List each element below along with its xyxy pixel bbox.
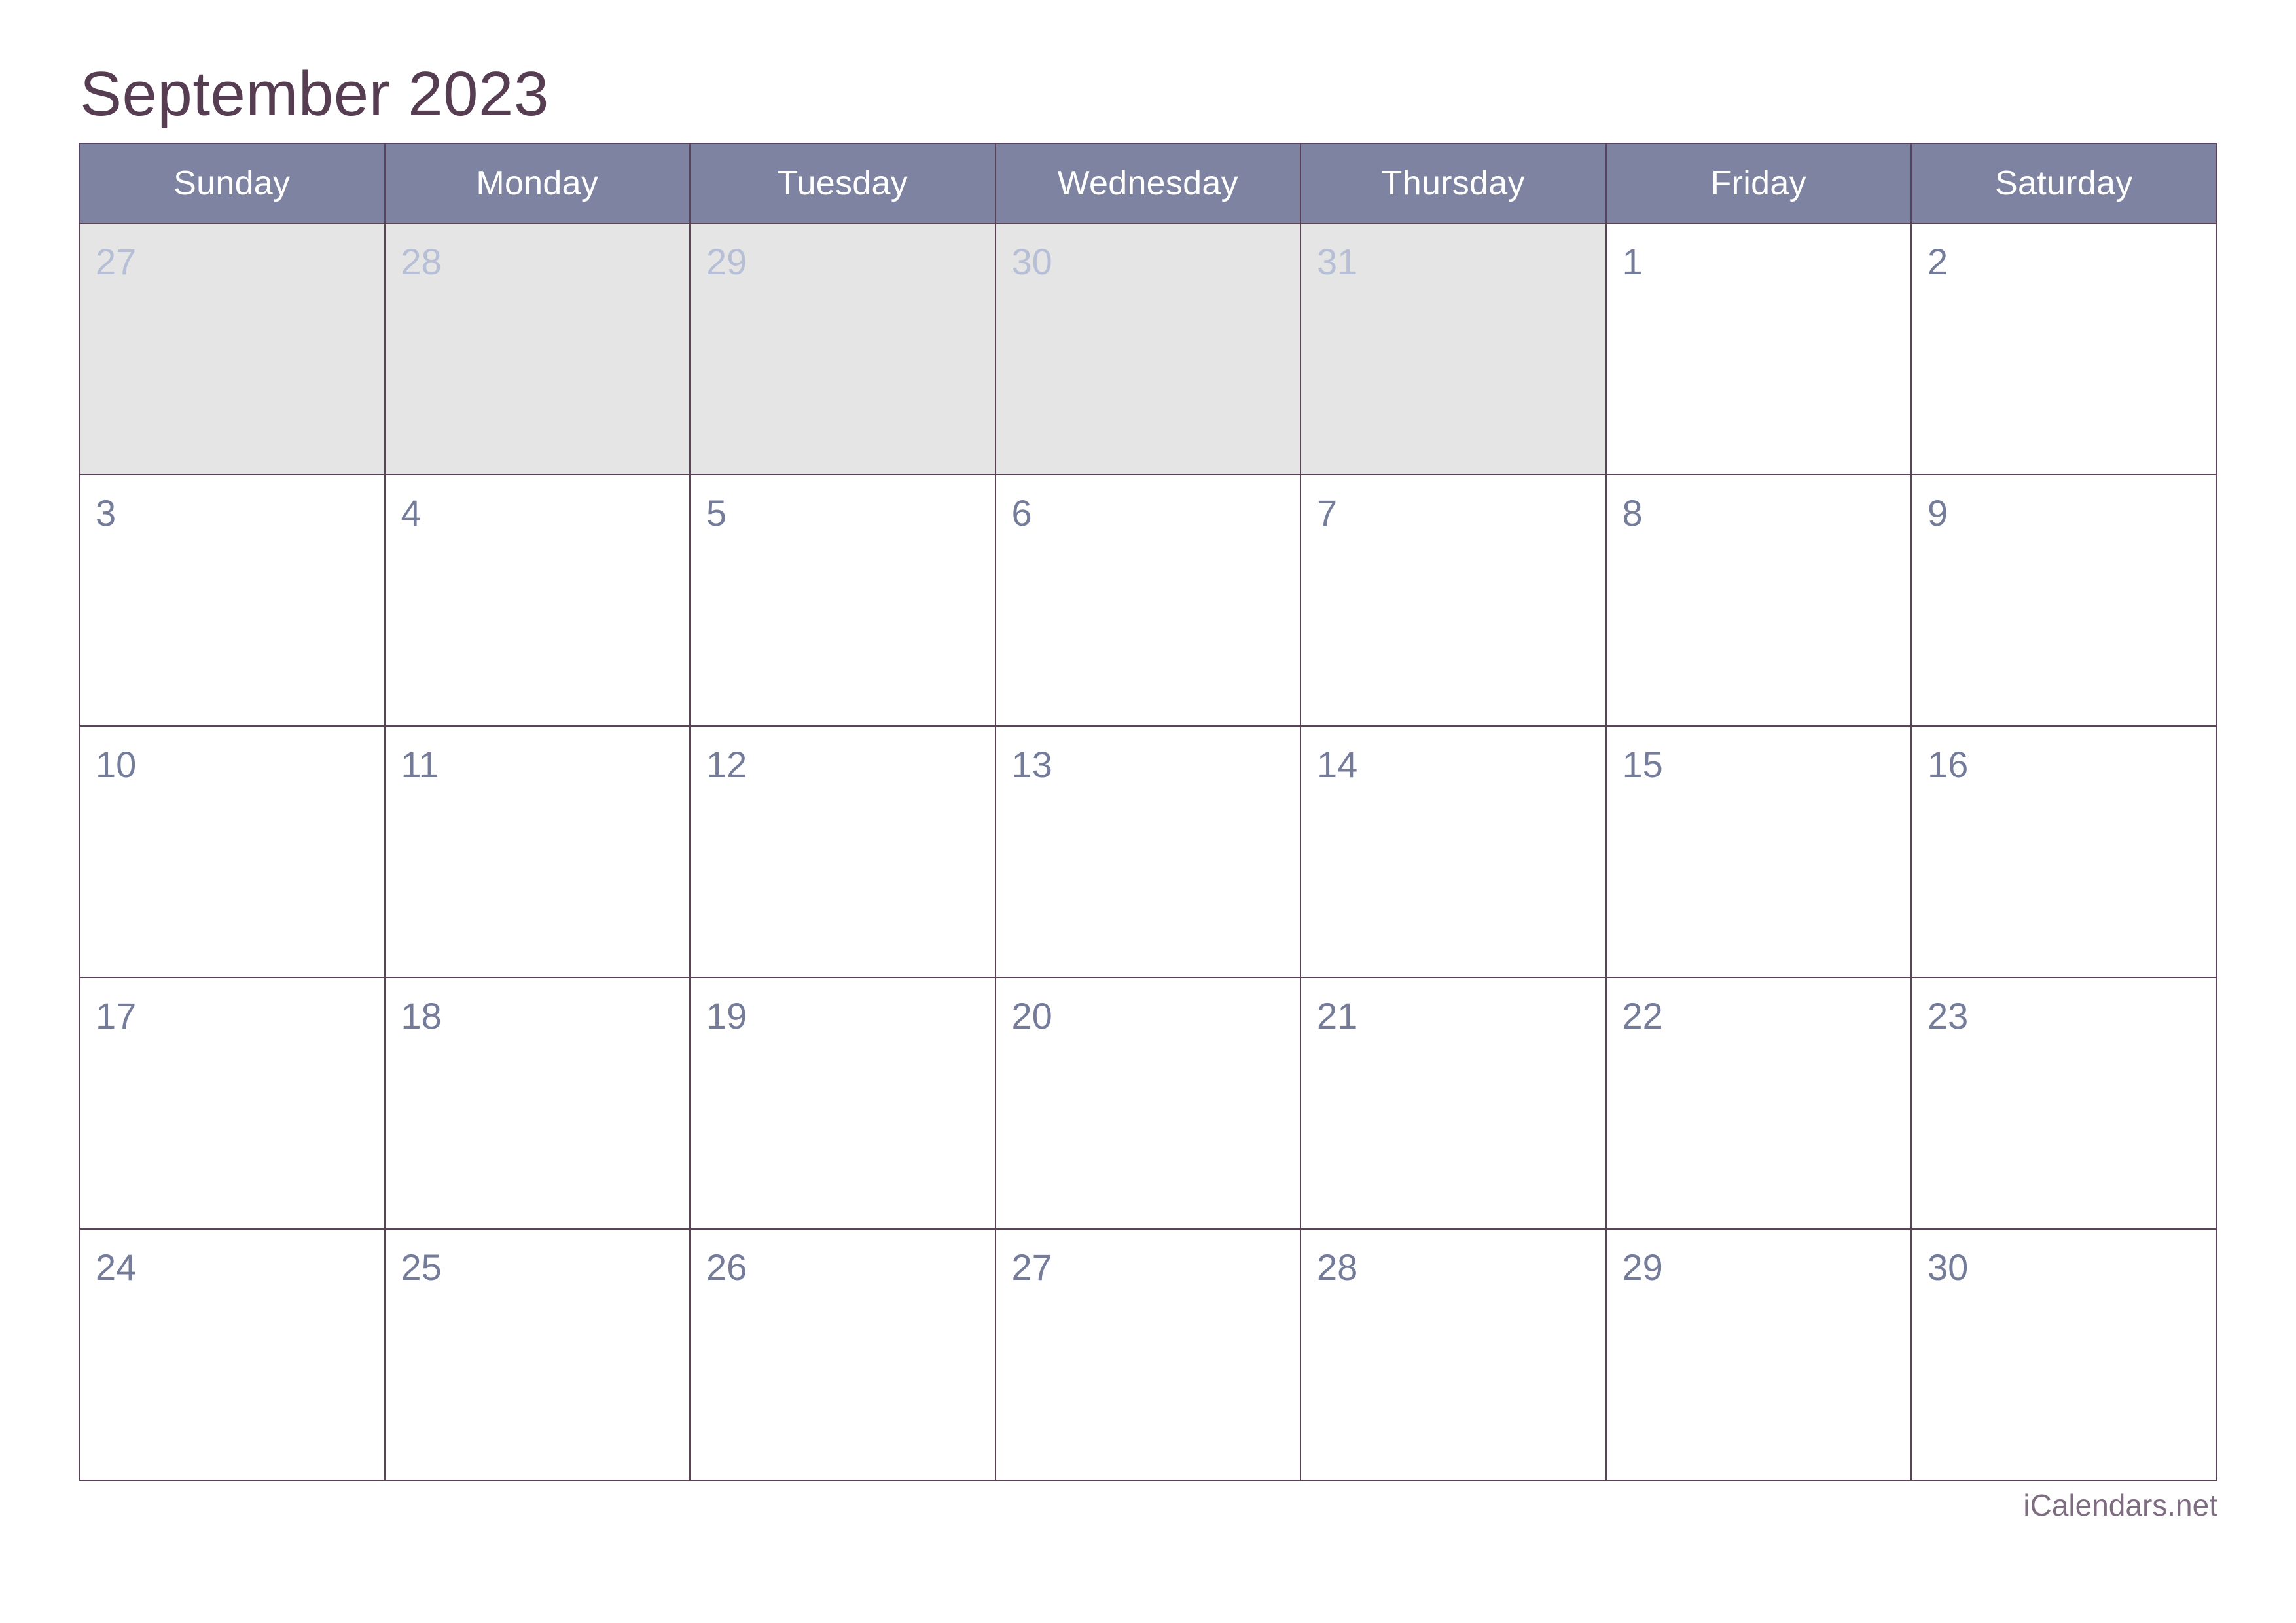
day-number: 4 (401, 492, 422, 534)
day-number: 13 (1011, 744, 1052, 785)
calendar-day-cell[interactable]: 31 (1300, 223, 1607, 475)
day-number: 11 (401, 744, 439, 785)
day-number: 17 (96, 995, 137, 1036)
weekday-header-friday: Friday (1605, 143, 1912, 224)
calendar-day-cell[interactable]: 15 (1605, 725, 1912, 978)
calendar-day-cell[interactable]: 29 (1605, 1228, 1912, 1481)
day-number: 6 (1011, 492, 1032, 534)
calendar-day-cell[interactable]: 12 (689, 725, 996, 978)
weekday-header-row: Sunday Monday Tuesday Wednesday Thursday… (79, 143, 2217, 224)
day-number: 25 (401, 1247, 442, 1288)
weekday-header-wednesday: Wednesday (994, 143, 1301, 224)
day-number: 27 (1011, 1247, 1052, 1288)
calendar-day-cell[interactable]: 4 (384, 474, 691, 727)
day-number: 31 (1317, 241, 1358, 282)
calendar-week-row: 10 11 12 13 14 15 16 (79, 725, 2217, 978)
calendar-week-row: 24 25 26 27 28 29 30 (79, 1228, 2217, 1481)
day-number: 9 (1928, 492, 1948, 534)
calendar-day-cell[interactable]: 24 (79, 1228, 386, 1481)
day-number: 3 (96, 492, 117, 534)
day-number: 30 (1011, 241, 1052, 282)
day-number: 1 (1622, 241, 1643, 282)
calendar-grid: Sunday Monday Tuesday Wednesday Thursday… (79, 143, 2217, 1481)
day-number: 24 (96, 1247, 137, 1288)
day-number: 18 (401, 995, 442, 1036)
day-number: 27 (96, 241, 137, 282)
calendar-day-cell[interactable]: 2 (1910, 223, 2217, 475)
day-number: 29 (706, 241, 747, 282)
day-number: 30 (1928, 1247, 1969, 1288)
calendar-body: 27 28 29 30 31 1 2 3 4 5 6 7 8 9 10 11 12 13 14 15 16 17 18 19 2… (79, 223, 2217, 1481)
day-number: 26 (706, 1247, 747, 1288)
day-number: 19 (706, 995, 747, 1036)
day-number: 7 (1317, 492, 1338, 534)
weekday-header-thursday: Thursday (1300, 143, 1607, 224)
weekday-header-monday: Monday (384, 143, 691, 224)
weekday-header-sunday: Sunday (79, 143, 386, 224)
calendar-day-cell[interactable]: 27 (79, 223, 386, 475)
day-number: 2 (1928, 241, 1948, 282)
calendar-day-cell[interactable]: 18 (384, 977, 691, 1230)
day-number: 21 (1317, 995, 1358, 1036)
weekday-header: Sunday Monday Tuesday Wednesday Thursday… (79, 143, 2217, 224)
calendar-day-cell[interactable]: 10 (79, 725, 386, 978)
calendar-day-cell[interactable]: 30 (994, 223, 1301, 475)
day-number: 22 (1622, 995, 1663, 1036)
calendar-day-cell[interactable]: 17 (79, 977, 386, 1230)
weekday-header-tuesday: Tuesday (689, 143, 996, 224)
calendar-day-cell[interactable]: 25 (384, 1228, 691, 1481)
day-number: 20 (1011, 995, 1052, 1036)
calendar-day-cell[interactable]: 7 (1300, 474, 1607, 727)
calendar-week-row: 27 28 29 30 31 1 2 (79, 223, 2217, 475)
calendar-day-cell[interactable]: 14 (1300, 725, 1607, 978)
calendar-day-cell[interactable]: 3 (79, 474, 386, 727)
calendar-day-cell[interactable]: 30 (1910, 1228, 2217, 1481)
calendar-day-cell[interactable]: 20 (994, 977, 1301, 1230)
day-number: 5 (706, 492, 727, 534)
day-number: 10 (96, 744, 137, 785)
calendar-day-cell[interactable]: 22 (1605, 977, 1912, 1230)
calendar-day-cell[interactable]: 29 (689, 223, 996, 475)
calendar-day-cell[interactable]: 11 (384, 725, 691, 978)
day-number: 28 (1317, 1247, 1358, 1288)
day-number: 8 (1622, 492, 1643, 534)
calendar-day-cell[interactable]: 9 (1910, 474, 2217, 727)
weekday-header-saturday: Saturday (1910, 143, 2217, 224)
day-number: 16 (1928, 744, 1969, 785)
day-number: 12 (706, 744, 747, 785)
day-number: 14 (1317, 744, 1358, 785)
calendar-page: September 2023 Sunday Monday Tuesday Wed… (0, 0, 2296, 1623)
page-title: September 2023 (80, 59, 549, 129)
day-number: 23 (1928, 995, 1969, 1036)
calendar-day-cell[interactable]: 21 (1300, 977, 1607, 1230)
calendar-day-cell[interactable]: 1 (1605, 223, 1912, 475)
day-number: 15 (1622, 744, 1663, 785)
calendar-day-cell[interactable]: 28 (1300, 1228, 1607, 1481)
day-number: 28 (401, 241, 442, 282)
calendar-day-cell[interactable]: 8 (1605, 474, 1912, 727)
calendar-day-cell[interactable]: 16 (1910, 725, 2217, 978)
calendar-day-cell[interactable]: 27 (994, 1228, 1301, 1481)
calendar-day-cell[interactable]: 28 (384, 223, 691, 475)
calendar-day-cell[interactable]: 23 (1910, 977, 2217, 1230)
calendar-day-cell[interactable]: 26 (689, 1228, 996, 1481)
calendar-day-cell[interactable]: 19 (689, 977, 996, 1230)
calendar-week-row: 17 18 19 20 21 22 23 (79, 977, 2217, 1230)
calendar-day-cell[interactable]: 6 (994, 474, 1301, 727)
site-attribution: iCalendars.net (2023, 1488, 2217, 1522)
calendar-day-cell[interactable]: 5 (689, 474, 996, 727)
day-number: 29 (1622, 1247, 1663, 1288)
calendar-day-cell[interactable]: 13 (994, 725, 1301, 978)
calendar-week-row: 3 4 5 6 7 8 9 (79, 474, 2217, 727)
